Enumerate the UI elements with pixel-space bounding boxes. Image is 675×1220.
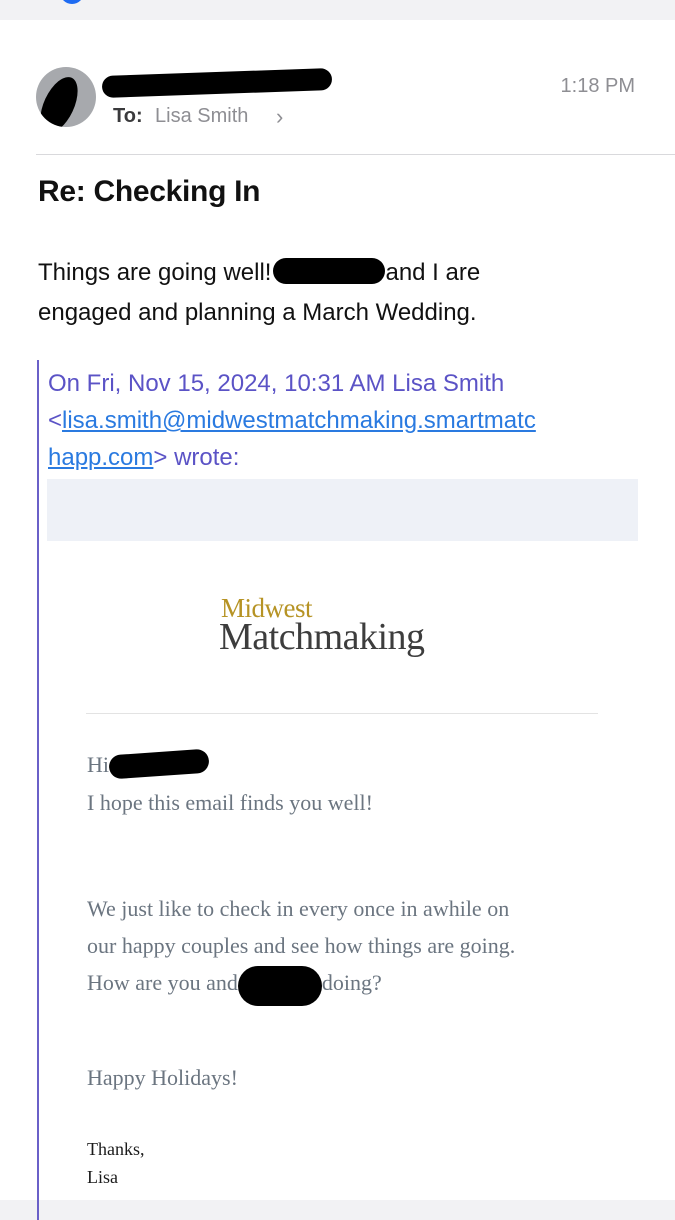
checkin-line-1: We just like to check in every once in a… [87, 896, 510, 921]
checkin-paragraph: We just like to check in every once in a… [87, 890, 607, 1006]
greeting-text: Hi [87, 752, 109, 777]
attribution-email-line: <lisa.smith@midwestmatchmaking.smartmatc [48, 402, 648, 439]
email-view: To: Lisa Smith › 1:18 PM Re: Checking In… [0, 20, 675, 1220]
email-bracket-open: < [48, 407, 63, 434]
hope-line: I hope this email finds you well! [87, 790, 373, 815]
quote-bar [37, 360, 39, 1220]
greeting-redaction [108, 748, 210, 780]
recipient-name[interactable]: Lisa Smith [155, 105, 248, 128]
checkin-text-a: How are you and [87, 970, 238, 995]
reply-line-2: engaged and planning a March Wedding. [38, 299, 477, 326]
status-indicator [60, 0, 84, 4]
logo-divider [86, 713, 598, 714]
redaction-mark [36, 71, 86, 127]
sender-name-redaction [101, 67, 333, 99]
signature: Lisa [87, 1167, 118, 1187]
checkin-line-2: our happy couples and see how things are… [87, 933, 516, 958]
sender-avatar[interactable] [36, 67, 96, 127]
to-label: To: [113, 105, 143, 127]
reply-text-b: and I are [385, 259, 481, 286]
quote-attribution: On Fri, Nov 15, 2024, 10:31 AM Lisa Smit… [48, 365, 648, 476]
signoff: Thanks, Lisa [87, 1135, 145, 1191]
email-subject: Re: Checking In [38, 175, 261, 208]
quoted-banner [47, 479, 638, 541]
attribution-email-line-2: happ.com> wrote: [48, 439, 648, 476]
reply-body: Things are going well! and I are engaged … [38, 253, 648, 333]
header-divider [36, 154, 675, 155]
checkin-text-b: doing? [321, 970, 382, 995]
greeting: Hi [87, 748, 210, 780]
name-redaction [273, 258, 386, 284]
wrote-label: > wrote: [153, 444, 240, 471]
checkin-line-3: How are you and doing? [87, 964, 607, 1006]
logo-matchmaking: Matchmaking [219, 616, 425, 658]
message-time: 1:18 PM [560, 75, 635, 97]
attribution-line: On Fri, Nov 15, 2024, 10:31 AM Lisa Smit… [48, 370, 505, 397]
partner-redaction [237, 966, 322, 1006]
sender-email-link-cont[interactable]: happ.com [48, 444, 153, 471]
chevron-right-icon[interactable]: › [276, 104, 283, 130]
reply-text-a: Things are going well! [38, 259, 272, 286]
reply-line-1: Things are going well! and I are [38, 253, 648, 293]
thanks-text: Thanks, [87, 1139, 145, 1159]
sender-email-link[interactable]: lisa.smith@midwestmatchmaking.smartmatc [62, 407, 536, 434]
holidays-line: Happy Holidays! [87, 1065, 238, 1090]
